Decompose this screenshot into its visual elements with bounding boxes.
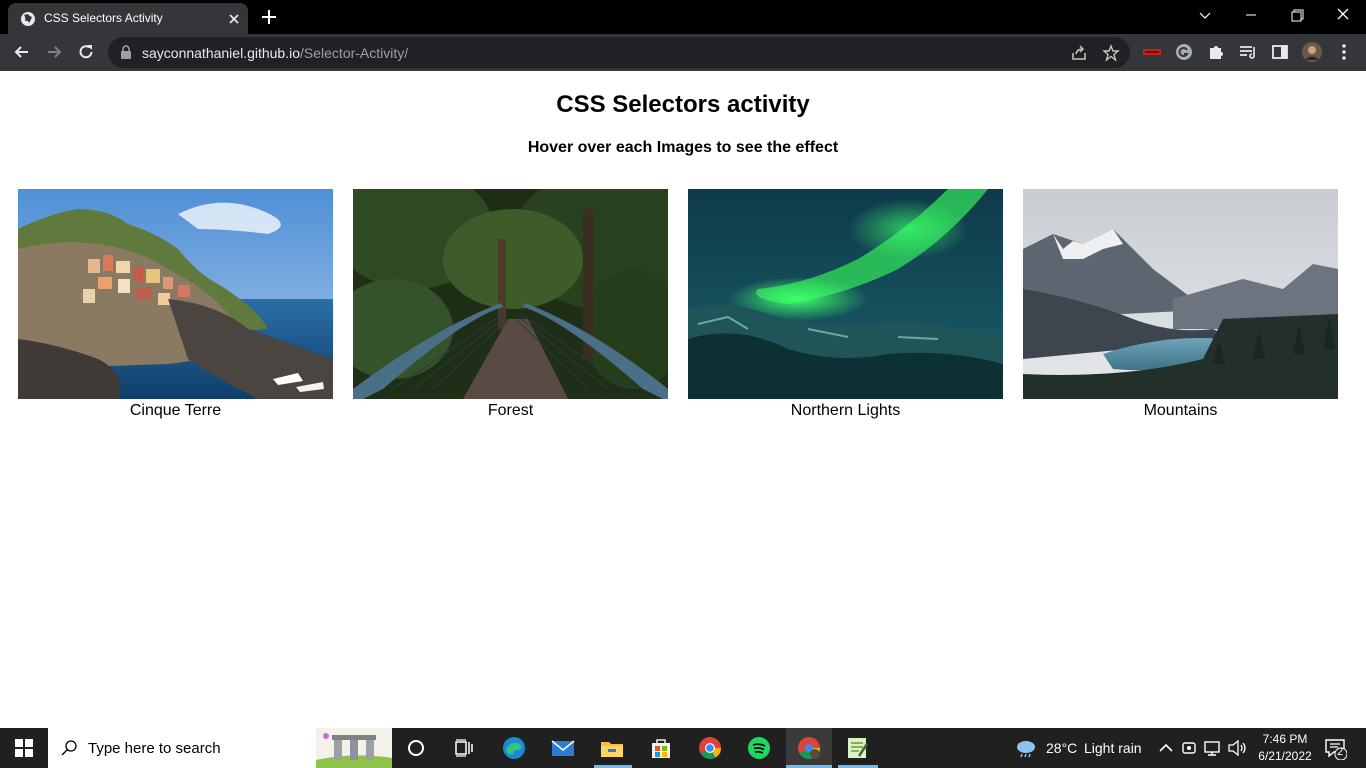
image-card-mountains[interactable]: Mountains <box>1023 189 1338 420</box>
page-title: CSS Selectors activity <box>556 91 810 118</box>
close-tab-icon[interactable] <box>226 11 242 27</box>
image-caption: Northern Lights <box>790 402 901 419</box>
volume-icon[interactable] <box>1225 736 1249 760</box>
address-bar[interactable]: sayconnathaniel.github.io/Selector-Activ… <box>108 37 1130 68</box>
cinque-terre-image[interactable] <box>18 189 333 399</box>
notification-count: 2 <box>1337 746 1344 758</box>
taskbar-search-box[interactable]: Type here to search <box>48 728 392 768</box>
url-path: /Selector-Activity/ <box>300 45 409 61</box>
search-highlight-illustration <box>316 728 392 768</box>
url-host: sayconnathaniel.github.io <box>142 45 301 61</box>
image-caption: Forest <box>487 402 534 419</box>
chrome-icon[interactable] <box>698 736 722 760</box>
side-panel-icon[interactable] <box>1270 42 1290 62</box>
browser-toolbar: sayconnathaniel.github.io/Selector-Activ… <box>0 34 1366 72</box>
image-card-northern-lights[interactable]: Northern Lights <box>688 189 1003 420</box>
media-queue-icon[interactable] <box>1238 42 1258 62</box>
star-icon[interactable] <box>1102 44 1120 62</box>
url-text[interactable]: sayconnathaniel.github.io/Selector-Activ… <box>142 45 408 61</box>
spotify-icon[interactable] <box>747 736 771 760</box>
mail-icon[interactable] <box>551 736 575 760</box>
grammarly-icon[interactable] <box>1174 42 1194 62</box>
task-view-icon[interactable] <box>452 736 476 760</box>
page-content: CSS Selectors activity Hover over each I… <box>0 71 1366 728</box>
tab-search-chevron-icon[interactable] <box>1182 0 1228 32</box>
clock-time: 7:46 PM <box>1262 732 1308 746</box>
notifications-icon[interactable] <box>1323 736 1347 760</box>
network-icon[interactable] <box>1201 736 1225 760</box>
edge-icon[interactable] <box>502 736 526 760</box>
taskbar-clock[interactable]: 7:46 PM 6/21/2022 <box>1250 731 1320 765</box>
browser-tab-strip: CSS Selectors Activity <box>0 0 1366 34</box>
weather-cloud-rain-icon[interactable] <box>1014 736 1038 760</box>
puzzle-icon[interactable] <box>1206 42 1226 62</box>
show-hidden-icons-icon[interactable] <box>1154 736 1178 760</box>
search-placeholder: Type here to search <box>88 740 221 757</box>
new-tab-icon[interactable] <box>260 8 278 26</box>
camera-meet-icon[interactable] <box>1178 736 1202 760</box>
image-caption: Mountains <box>1143 402 1218 419</box>
profile-avatar-icon[interactable] <box>1302 42 1322 62</box>
chrome-profile-icon <box>798 737 820 759</box>
forest-image[interactable] <box>353 189 668 399</box>
weather-description[interactable]: Light rain <box>1084 740 1142 756</box>
image-card-cinque-terre[interactable]: Cinque Terre <box>18 189 333 420</box>
windows-taskbar: Type here to search 28°C Light rain 7:46… <box>0 728 1366 768</box>
image-caption: Cinque Terre <box>129 402 222 419</box>
microsoft-store-icon[interactable] <box>649 736 673 760</box>
arrow-left-icon[interactable] <box>12 42 32 62</box>
clock-date: 6/21/2022 <box>1258 749 1312 763</box>
mountains-image[interactable] <box>1023 189 1338 399</box>
share-icon[interactable] <box>1070 44 1088 62</box>
northern-lights-image[interactable] <box>688 189 1003 399</box>
page-subtitle: Hover over each Images to see the effect <box>527 139 839 156</box>
more-menu-icon[interactable] <box>1334 42 1354 62</box>
windows-start-icon[interactable] <box>15 739 33 757</box>
weather-temperature[interactable]: 28°C <box>1046 740 1077 756</box>
arrow-right-icon[interactable] <box>44 42 64 62</box>
notepad-plus-icon[interactable] <box>845 736 869 760</box>
restore-icon[interactable] <box>1274 0 1320 32</box>
image-card-forest[interactable]: Forest <box>353 189 668 420</box>
browser-tab[interactable]: CSS Selectors Activity <box>8 3 248 34</box>
extension-red-icon[interactable] <box>1142 42 1162 62</box>
chrome-active-tile[interactable] <box>786 728 832 768</box>
file-explorer-icon[interactable] <box>600 736 624 760</box>
close-window-icon[interactable] <box>1320 0 1366 32</box>
minimize-icon[interactable] <box>1228 0 1274 32</box>
cortana-icon[interactable] <box>404 736 428 760</box>
search-icon <box>61 740 77 756</box>
lock-icon[interactable] <box>120 45 132 59</box>
globe-icon <box>21 12 35 26</box>
tab-title: CSS Selectors Activity <box>44 11 163 25</box>
reload-icon[interactable] <box>76 42 96 62</box>
